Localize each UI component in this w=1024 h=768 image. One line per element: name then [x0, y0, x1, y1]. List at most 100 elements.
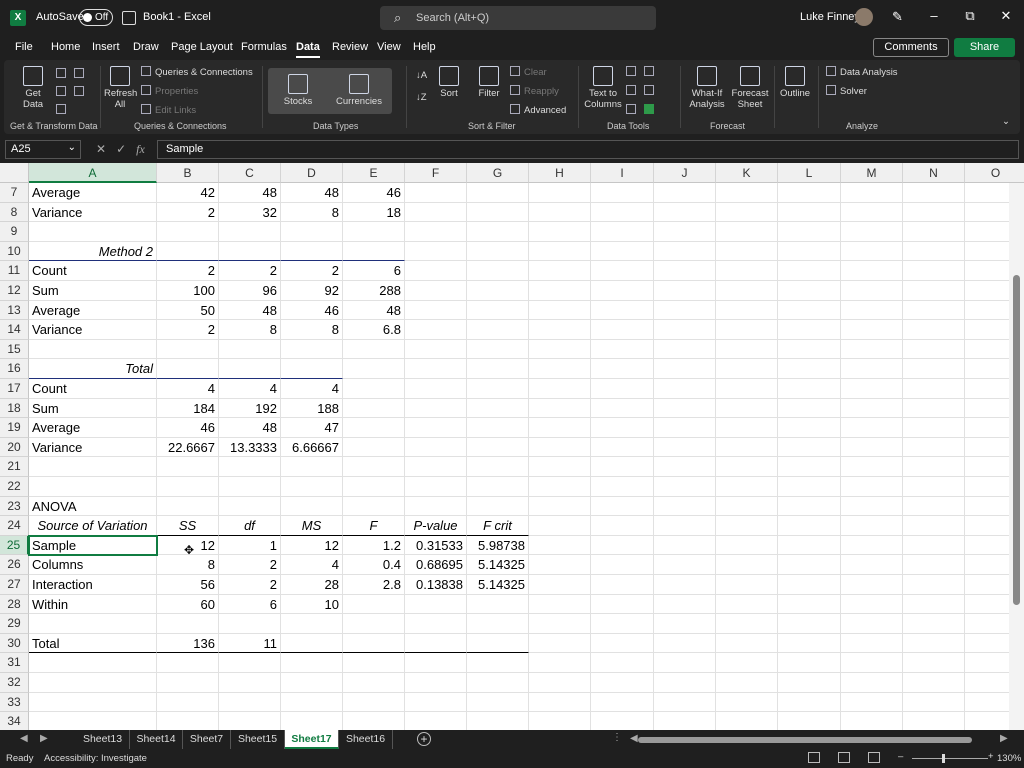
- row-header-15[interactable]: 15: [0, 339, 29, 360]
- row-header-21[interactable]: 21: [0, 457, 29, 477]
- cell-m32[interactable]: [841, 673, 903, 693]
- consolidate-icon[interactable]: [644, 66, 658, 78]
- cell-g7[interactable]: [467, 183, 529, 203]
- cell-a29[interactable]: [29, 614, 157, 634]
- cell-i12[interactable]: [591, 281, 654, 301]
- cell-f11[interactable]: [405, 261, 467, 281]
- cell-j16[interactable]: [654, 359, 716, 379]
- column-header-h[interactable]: H: [529, 163, 591, 183]
- cell-i33[interactable]: [591, 692, 654, 713]
- cell-i27[interactable]: [591, 575, 654, 595]
- cell-c32[interactable]: [219, 673, 281, 693]
- cell-h25[interactable]: [529, 535, 591, 556]
- cell-n19[interactable]: [903, 418, 965, 438]
- cell-m24[interactable]: [841, 516, 903, 536]
- cell-a22[interactable]: [29, 477, 157, 497]
- cell-b12[interactable]: 100: [157, 281, 219, 301]
- cell-e34[interactable]: [343, 712, 405, 730]
- cell-k33[interactable]: [716, 692, 778, 713]
- zoom-level[interactable]: 130%: [997, 753, 1021, 764]
- cell-d18[interactable]: 188: [281, 398, 343, 419]
- cell-l32[interactable]: [778, 673, 841, 693]
- cell-l33[interactable]: [778, 692, 841, 713]
- column-header-k[interactable]: K: [716, 163, 778, 183]
- data-analysis-button[interactable]: Data Analysis: [826, 66, 898, 78]
- cell-h26[interactable]: [529, 555, 591, 575]
- zoom-slider[interactable]: [912, 758, 988, 759]
- cell-n30[interactable]: [903, 633, 965, 654]
- cell-d33[interactable]: [281, 692, 343, 713]
- cell-b7[interactable]: 42: [157, 183, 219, 203]
- cell-l24[interactable]: [778, 516, 841, 536]
- cell-b10[interactable]: [157, 241, 219, 262]
- cell-k34[interactable]: [716, 712, 778, 730]
- flash-fill-icon[interactable]: [626, 66, 640, 78]
- cell-g17[interactable]: [467, 379, 529, 399]
- cell-a30[interactable]: Total: [29, 633, 157, 654]
- cell-i22[interactable]: [591, 477, 654, 497]
- cell-a34[interactable]: [29, 712, 157, 730]
- sheet-tab-sheet16[interactable]: Sheet16: [339, 730, 393, 749]
- cell-e15[interactable]: [343, 339, 405, 360]
- cell-b9[interactable]: [157, 222, 219, 242]
- cell-d17[interactable]: 4: [281, 379, 343, 399]
- sheet-tab-sheet14[interactable]: Sheet14: [130, 730, 183, 749]
- cell-b18[interactable]: 184: [157, 398, 219, 419]
- cell-g23[interactable]: [467, 496, 529, 517]
- tab-review[interactable]: Review: [332, 41, 368, 53]
- cell-g9[interactable]: [467, 222, 529, 242]
- cell-h23[interactable]: [529, 496, 591, 517]
- filter-button[interactable]: Filter: [476, 66, 502, 99]
- cell-l27[interactable]: [778, 575, 841, 595]
- edit-links-button[interactable]: Edit Links: [141, 104, 196, 116]
- column-header-l[interactable]: L: [778, 163, 841, 183]
- cell-f8[interactable]: [405, 202, 467, 223]
- cell-k23[interactable]: [716, 496, 778, 517]
- properties-button[interactable]: Properties: [141, 85, 198, 97]
- zoom-out-icon[interactable]: –: [898, 751, 903, 762]
- cell-a26[interactable]: Columns: [29, 555, 157, 575]
- cell-h18[interactable]: [529, 398, 591, 419]
- cell-g31[interactable]: [467, 653, 529, 673]
- cell-j13[interactable]: [654, 300, 716, 321]
- cell-m27[interactable]: [841, 575, 903, 595]
- add-sheet-icon[interactable]: +: [417, 732, 431, 746]
- close-icon[interactable]: ✕: [996, 8, 1016, 24]
- cell-k26[interactable]: [716, 555, 778, 575]
- cell-i29[interactable]: [591, 614, 654, 634]
- cell-b15[interactable]: [157, 339, 219, 360]
- row-header-30[interactable]: 30: [0, 633, 29, 654]
- cell-g10[interactable]: [467, 241, 529, 262]
- cell-g34[interactable]: [467, 712, 529, 730]
- cell-m28[interactable]: [841, 594, 903, 615]
- cell-k9[interactable]: [716, 222, 778, 242]
- prev-sheet-icon[interactable]: ◀: [20, 733, 28, 744]
- cell-f22[interactable]: [405, 477, 467, 497]
- cell-g26[interactable]: 5.14325: [467, 555, 529, 575]
- scroll-right-icon[interactable]: ▶: [1000, 733, 1008, 744]
- column-header-c[interactable]: C: [219, 163, 281, 183]
- row-header-32[interactable]: 32: [0, 673, 29, 693]
- row-header-13[interactable]: 13: [0, 300, 29, 321]
- cell-e9[interactable]: [343, 222, 405, 242]
- cell-d8[interactable]: 8: [281, 202, 343, 223]
- cell-n23[interactable]: [903, 496, 965, 517]
- cell-n34[interactable]: [903, 712, 965, 730]
- row-header-33[interactable]: 33: [0, 692, 29, 713]
- cell-j20[interactable]: [654, 437, 716, 458]
- cell-i20[interactable]: [591, 437, 654, 458]
- solver-button[interactable]: Solver: [826, 85, 867, 97]
- tab-data[interactable]: Data: [296, 41, 320, 58]
- cell-n24[interactable]: [903, 516, 965, 536]
- cell-k8[interactable]: [716, 202, 778, 223]
- what-if-analysis-button[interactable]: What-If Analysis: [686, 66, 728, 110]
- text-to-columns-button[interactable]: Text to Columns: [584, 66, 622, 110]
- cell-i14[interactable]: [591, 320, 654, 340]
- cell-n7[interactable]: [903, 183, 965, 203]
- tab-file[interactable]: File: [15, 41, 33, 53]
- cell-l26[interactable]: [778, 555, 841, 575]
- cell-g29[interactable]: [467, 614, 529, 634]
- cell-k21[interactable]: [716, 457, 778, 477]
- cell-d21[interactable]: [281, 457, 343, 477]
- row-header-22[interactable]: 22: [0, 477, 29, 497]
